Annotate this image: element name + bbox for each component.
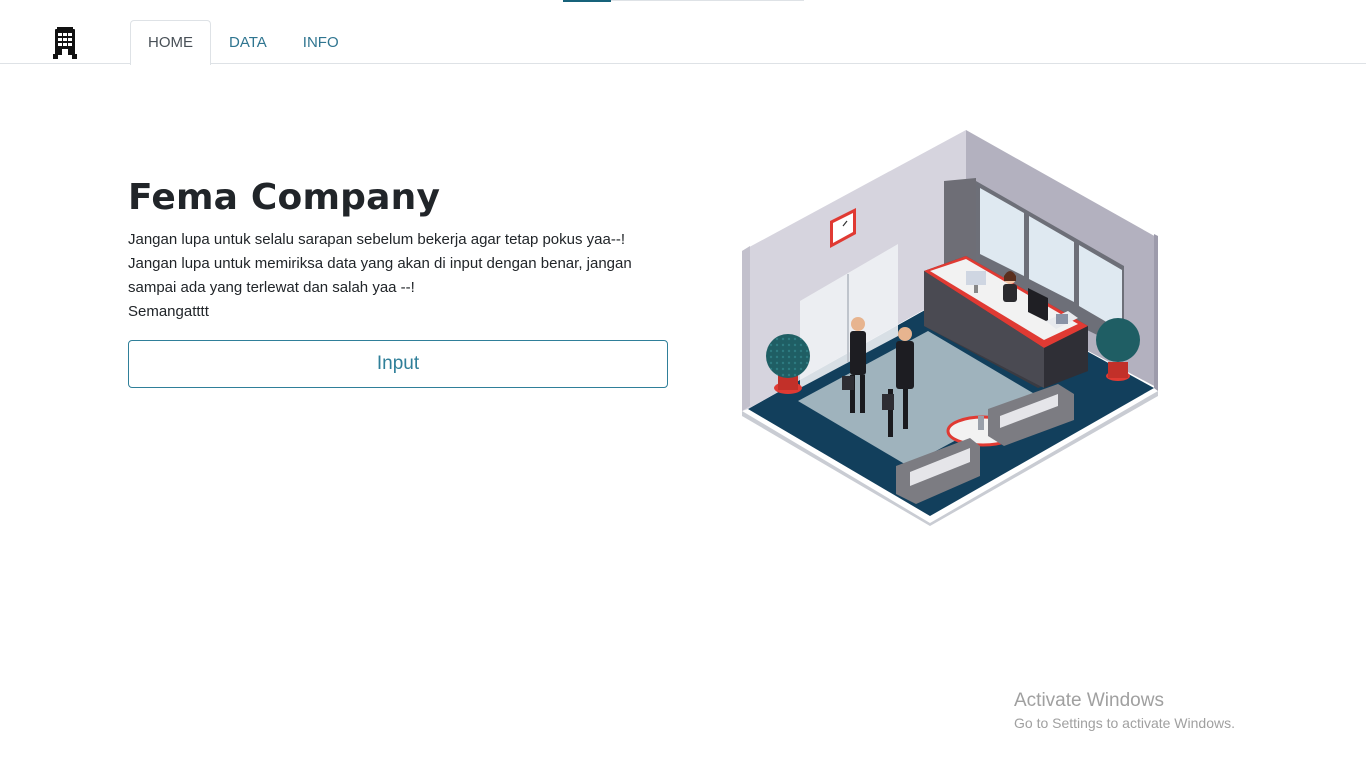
page-title: Fema Company <box>128 177 441 218</box>
hero-description: Jangan lupa untuk selalu sarapan sebelum… <box>128 228 668 324</box>
input-button[interactable]: Input <box>128 340 668 388</box>
hero-line-2: Jangan lupa untuk memiriksa data yang ak… <box>128 255 632 296</box>
navbar: HOME DATA INFO <box>0 0 1366 65</box>
building-icon[interactable] <box>53 27 77 59</box>
hero-line-1: Jangan lupa untuk selalu sarapan sebelum… <box>128 231 625 248</box>
watermark-subtitle: Go to Settings to activate Windows. <box>1014 715 1235 731</box>
watermark-title: Activate Windows <box>1014 690 1164 711</box>
nav-tabs: HOME DATA INFO <box>130 20 357 65</box>
office-lobby-illustration <box>738 126 1162 526</box>
tab-data[interactable]: DATA <box>211 20 285 64</box>
tab-home[interactable]: HOME <box>130 20 211 65</box>
tab-info[interactable]: INFO <box>285 20 357 64</box>
hero-section: Fema Company Jangan lupa untuk selalu sa… <box>128 174 668 388</box>
hero-line-3: Semangatttt <box>128 303 209 320</box>
activate-windows-watermark: Activate Windows Go to Settings to activ… <box>1014 689 1235 733</box>
